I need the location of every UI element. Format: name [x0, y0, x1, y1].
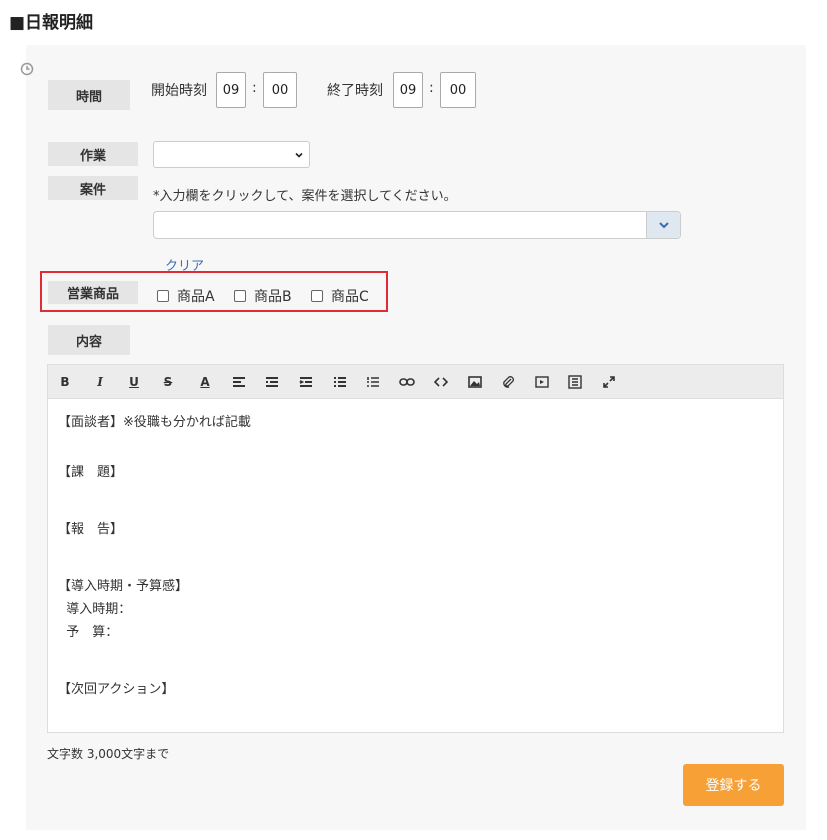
product-b-label: 商品B: [254, 289, 292, 305]
start-time-label: 開始時刻: [151, 83, 207, 99]
editor-line: 【次回アクション】: [58, 682, 175, 697]
editor-line: 【面談者】※役職も分かれば記載: [58, 415, 251, 430]
italic-button[interactable]: I: [91, 373, 109, 391]
product-a-checkbox[interactable]: 商品A: [157, 286, 215, 306]
italic-icon: I: [97, 375, 103, 389]
case-select[interactable]: [153, 211, 681, 239]
video-icon: [535, 376, 549, 388]
align-left-button[interactable]: [230, 373, 248, 391]
end-minute-input[interactable]: 00: [440, 72, 476, 108]
product-c-label: 商品C: [331, 289, 369, 305]
underline-icon: U: [129, 375, 139, 389]
link-button[interactable]: [398, 373, 416, 391]
fullscreen-button[interactable]: [600, 373, 618, 391]
numbered-list-button[interactable]: [364, 373, 382, 391]
indent-button[interactable]: [297, 373, 315, 391]
expand-icon: [603, 376, 615, 388]
bullet-list-button[interactable]: [331, 373, 349, 391]
page-title: ■日報明細: [9, 13, 94, 33]
numbered-list-icon: [367, 377, 379, 387]
bold-icon: B: [60, 375, 70, 389]
code-button[interactable]: [432, 373, 450, 391]
outdent-button[interactable]: [263, 373, 281, 391]
strikethrough-button[interactable]: S: [159, 373, 177, 391]
chevron-down-icon: [658, 222, 669, 229]
product-b-checkbox[interactable]: 商品B: [234, 286, 292, 306]
content-label: 内容: [48, 325, 130, 355]
document-icon: [568, 375, 582, 389]
product-c-checkbox[interactable]: 商品C: [311, 286, 369, 306]
link-icon: [399, 378, 415, 386]
bullet-list-icon: [334, 377, 346, 387]
editor-line: 予 算：: [58, 625, 119, 640]
products-label: 営業商品: [48, 281, 138, 304]
content-editor[interactable]: 【面談者】※役職も分かれば記載 【課 題】 【報 告】 【導入時期・予算感】 導…: [47, 398, 784, 733]
image-button[interactable]: [466, 373, 484, 391]
checkbox-box[interactable]: [157, 290, 169, 302]
document-button[interactable]: [566, 373, 584, 391]
attachment-button[interactable]: [499, 373, 517, 391]
font-color-button[interactable]: A: [196, 373, 214, 391]
char-limit-note: 文字数 3,000文字まで: [47, 747, 170, 761]
product-a-label: 商品A: [177, 289, 215, 305]
bold-button[interactable]: B: [56, 373, 74, 391]
clock-icon: [20, 62, 34, 76]
indent-icon: [299, 377, 312, 387]
checkbox-box[interactable]: [234, 290, 246, 302]
case-hint: *入力欄をクリックして、案件を選択してください。: [153, 189, 457, 204]
chevron-down-icon: [295, 152, 303, 158]
end-hour-input[interactable]: 09: [393, 72, 423, 108]
strikethrough-icon: S: [163, 375, 173, 389]
work-label: 作業: [48, 142, 138, 166]
checkbox-box[interactable]: [311, 290, 323, 302]
work-select[interactable]: [153, 141, 310, 168]
editor-line: 【報 告】: [58, 522, 124, 537]
end-time-label: 終了時刻: [327, 83, 383, 99]
editor-toolbar: B I U S A: [47, 364, 784, 399]
case-label: 案件: [48, 176, 138, 200]
start-hour-input[interactable]: 09: [216, 72, 246, 108]
paperclip-icon: [503, 376, 514, 388]
outdent-icon: [266, 377, 278, 387]
editor-line: 【導入時期・予算感】: [58, 579, 189, 594]
image-icon: [468, 376, 482, 388]
editor-line: 導入時期：: [58, 602, 132, 617]
underline-button[interactable]: U: [125, 373, 143, 391]
editor-line: 【課 題】: [58, 465, 124, 480]
submit-button[interactable]: 登録する: [683, 764, 784, 806]
font-color-icon: A: [200, 375, 210, 389]
end-time-colon: :: [429, 80, 434, 96]
case-dropdown-button[interactable]: [646, 212, 680, 238]
align-left-icon: [233, 377, 245, 387]
code-icon: [434, 377, 448, 387]
video-button[interactable]: [533, 373, 551, 391]
start-minute-input[interactable]: 00: [263, 72, 297, 108]
time-label: 時間: [48, 80, 130, 110]
start-time-colon: :: [252, 80, 257, 96]
